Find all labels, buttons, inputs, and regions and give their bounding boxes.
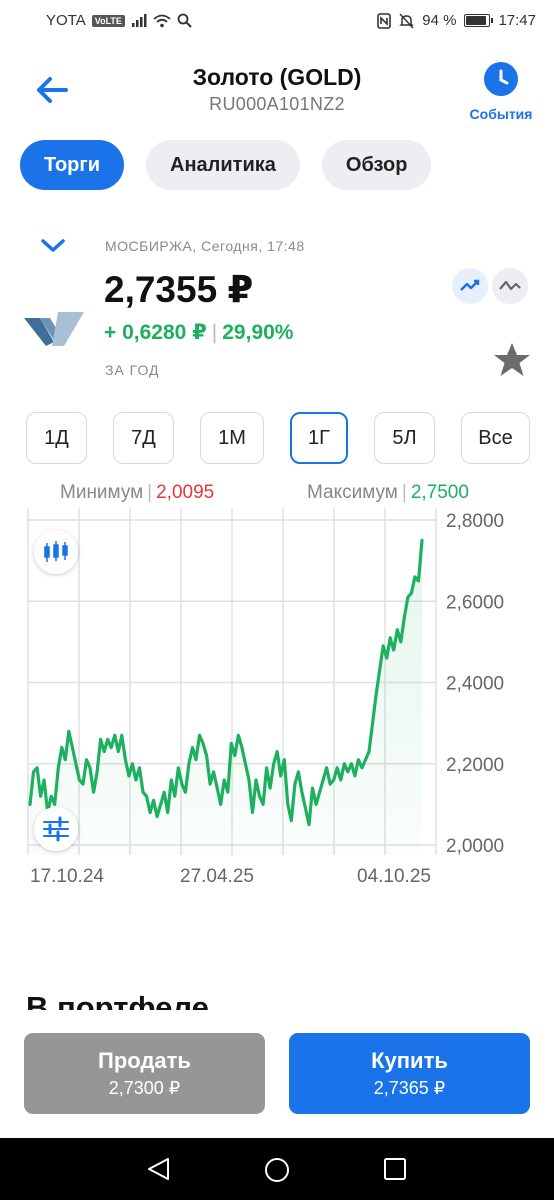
period-all-button[interactable]: Все bbox=[461, 412, 530, 464]
issuer-logo bbox=[24, 312, 84, 346]
search-icon bbox=[177, 13, 192, 28]
period-1d-button[interactable]: 1Д bbox=[26, 412, 87, 464]
price-change: + 0,6280 ₽ | 29,90% bbox=[104, 320, 293, 345]
x-axis-ticks: 17.10.24 27.04.25 04.10.25 bbox=[30, 866, 431, 887]
x-tick-label: 27.04.25 bbox=[180, 866, 254, 887]
carrier-label: YOTA bbox=[46, 12, 86, 29]
system-nav-bar bbox=[0, 1138, 554, 1200]
period-7d-button[interactable]: 7Д bbox=[113, 412, 174, 464]
period-1y-button[interactable]: 1Г bbox=[290, 412, 348, 464]
star-icon[interactable] bbox=[492, 340, 532, 380]
y-tick-label: 2,4000 bbox=[446, 674, 504, 695]
portfolio-heading: В портфеле bbox=[26, 990, 209, 1010]
buy-label: Купить bbox=[371, 1048, 448, 1073]
x-tick-label: 17.10.24 bbox=[30, 866, 104, 887]
battery-percent: 94 % bbox=[422, 12, 457, 29]
volte-badge: VoLTE bbox=[91, 14, 125, 27]
sell-price: 2,7300 ₽ bbox=[108, 1078, 181, 1098]
wave-chart-icon bbox=[499, 280, 521, 291]
y-tick-label: 2,0000 bbox=[446, 836, 504, 857]
current-price: 2,7355 ₽ bbox=[104, 269, 254, 310]
price-chart[interactable]: 2,8000 2,6000 2,4000 2,2000 2,0000 17.10.24 2… bbox=[0, 500, 554, 895]
nav-back-icon[interactable] bbox=[146, 1157, 172, 1181]
tab-trading[interactable]: Торги bbox=[20, 140, 125, 190]
line-chart-type-button[interactable] bbox=[452, 268, 488, 304]
nfc-icon bbox=[377, 12, 392, 29]
change-period: ЗА ГОД bbox=[105, 362, 160, 378]
status-bar: YOTA VoLTE 94 % 17:47 bbox=[0, 0, 554, 42]
tab-overview[interactable]: Обзор bbox=[321, 140, 432, 190]
y-tick-label: 2,8000 bbox=[446, 511, 504, 532]
sell-button[interactable]: Продать 2,7300 ₽ bbox=[24, 1033, 265, 1114]
battery-icon bbox=[464, 14, 494, 27]
clock-icon bbox=[484, 62, 518, 96]
period-1m-button[interactable]: 1М bbox=[200, 412, 264, 464]
wifi-icon bbox=[153, 14, 171, 27]
period-selector: 1Д 7Д 1М 1Г 5Л Все bbox=[26, 412, 530, 464]
buy-button[interactable]: Купить 2,7365 ₽ bbox=[289, 1033, 530, 1114]
change-percent: 29,90% bbox=[222, 321, 294, 344]
clock-time: 17:47 bbox=[498, 12, 536, 29]
mute-bell-icon bbox=[399, 12, 415, 29]
change-separator: | bbox=[211, 321, 218, 344]
section-tabs: Торги Аналитика Обзор bbox=[20, 140, 432, 190]
candle-toggle-button[interactable] bbox=[34, 530, 78, 574]
x-tick-label: 04.10.25 bbox=[357, 866, 431, 887]
change-absolute: + 0,6280 ₽ bbox=[104, 321, 207, 344]
candle-chart-type-button[interactable] bbox=[492, 268, 528, 304]
tab-analytics[interactable]: Аналитика bbox=[146, 140, 300, 190]
chart-area bbox=[30, 540, 422, 855]
period-5y-button[interactable]: 5Л bbox=[374, 412, 435, 464]
sliders-icon bbox=[43, 816, 69, 842]
indicators-button[interactable] bbox=[34, 807, 78, 851]
buy-price: 2,7365 ₽ bbox=[373, 1078, 446, 1098]
y-tick-label: 2,6000 bbox=[446, 592, 504, 613]
events-label: События bbox=[469, 106, 533, 122]
chevron-down-icon[interactable] bbox=[38, 236, 68, 256]
y-axis-ticks: 2,8000 2,6000 2,4000 2,2000 2,0000 bbox=[446, 511, 504, 857]
signal-icon bbox=[131, 13, 147, 27]
exchange-timestamp: МОСБИРЖА, Сегодня, 17:48 bbox=[105, 238, 305, 254]
y-tick-label: 2,2000 bbox=[446, 755, 504, 776]
events-button[interactable]: События bbox=[466, 62, 536, 122]
nav-home-icon[interactable] bbox=[264, 1157, 290, 1183]
sell-label: Продать bbox=[98, 1048, 191, 1073]
nav-recents-icon[interactable] bbox=[383, 1157, 407, 1181]
line-chart-icon bbox=[460, 279, 480, 291]
